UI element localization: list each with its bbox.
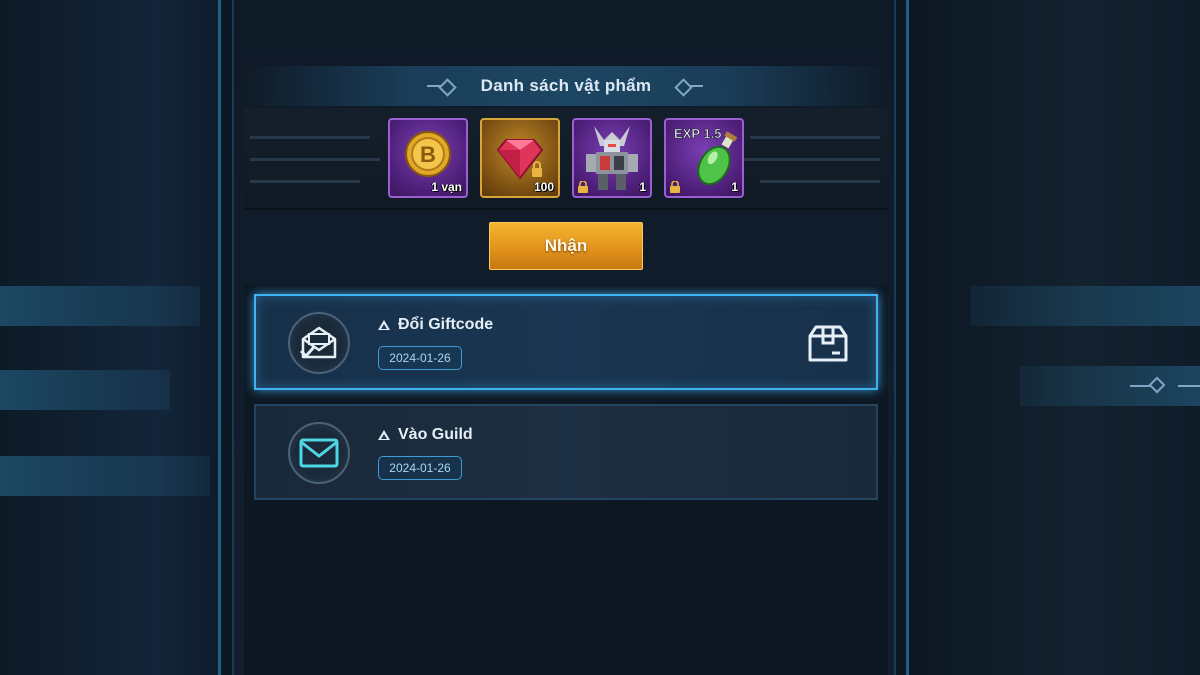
mail-icon-badge — [288, 312, 350, 374]
mail-item[interactable]: Vào Guild 2024-01-26 — [254, 404, 878, 500]
item-quantity: 1 vạn — [431, 180, 462, 194]
item-list-header: Danh sách vật phẩm — [246, 66, 886, 106]
frame-line-left — [218, 0, 221, 675]
opened-mail-check-icon — [299, 326, 337, 359]
triangle-marker-icon — [378, 430, 390, 440]
mail-panel: Danh sách vật phẩm B 1 vạn 100 1 EXP 1.5… — [232, 0, 896, 675]
mail-title: Vào Guild — [398, 426, 473, 443]
item-quantity: 100 — [533, 180, 554, 194]
reward-item-coin[interactable]: B 1 vạn — [388, 118, 468, 198]
mail-date-badge: 2024-01-26 — [378, 346, 462, 370]
item-quantity: 1 — [639, 180, 646, 194]
mail-list: Đổi Giftcode 2024-01-26 Vào Guild 2024-0… — [244, 284, 888, 675]
svg-text:B: B — [420, 142, 436, 167]
reward-item-exp-potion[interactable]: EXP 1.5 1 — [664, 118, 744, 198]
background-left-panel — [0, 0, 222, 675]
mail-icon-badge — [288, 422, 350, 484]
claim-button[interactable]: Nhận — [489, 222, 643, 270]
diamond-deco-icon — [1130, 376, 1200, 394]
background-right-panel — [908, 0, 1200, 675]
mail-date-badge: 2024-01-26 — [378, 456, 462, 480]
item-list-title: Danh sách vật phẩm — [480, 76, 652, 95]
mail-envelope-icon — [299, 438, 339, 468]
diamond-deco-icon — [426, 79, 463, 93]
frame-line-right — [906, 0, 909, 675]
item-quantity: 1 — [731, 180, 738, 194]
mail-title: Đổi Giftcode — [398, 316, 494, 333]
triangle-marker-icon — [378, 320, 390, 330]
reward-item-mech[interactable]: 1 — [572, 118, 652, 198]
lock-icon — [670, 181, 680, 193]
reward-items-bar: B 1 vạn 100 1 EXP 1.5 1 — [244, 108, 888, 210]
exp-label: EXP 1.5 — [674, 126, 721, 141]
mail-item[interactable]: Đổi Giftcode 2024-01-26 — [254, 294, 878, 390]
reward-item-ruby[interactable]: 100 — [480, 118, 560, 198]
diamond-deco-icon — [669, 79, 704, 93]
lock-icon — [578, 181, 588, 193]
gift-box-icon[interactable] — [806, 324, 850, 364]
